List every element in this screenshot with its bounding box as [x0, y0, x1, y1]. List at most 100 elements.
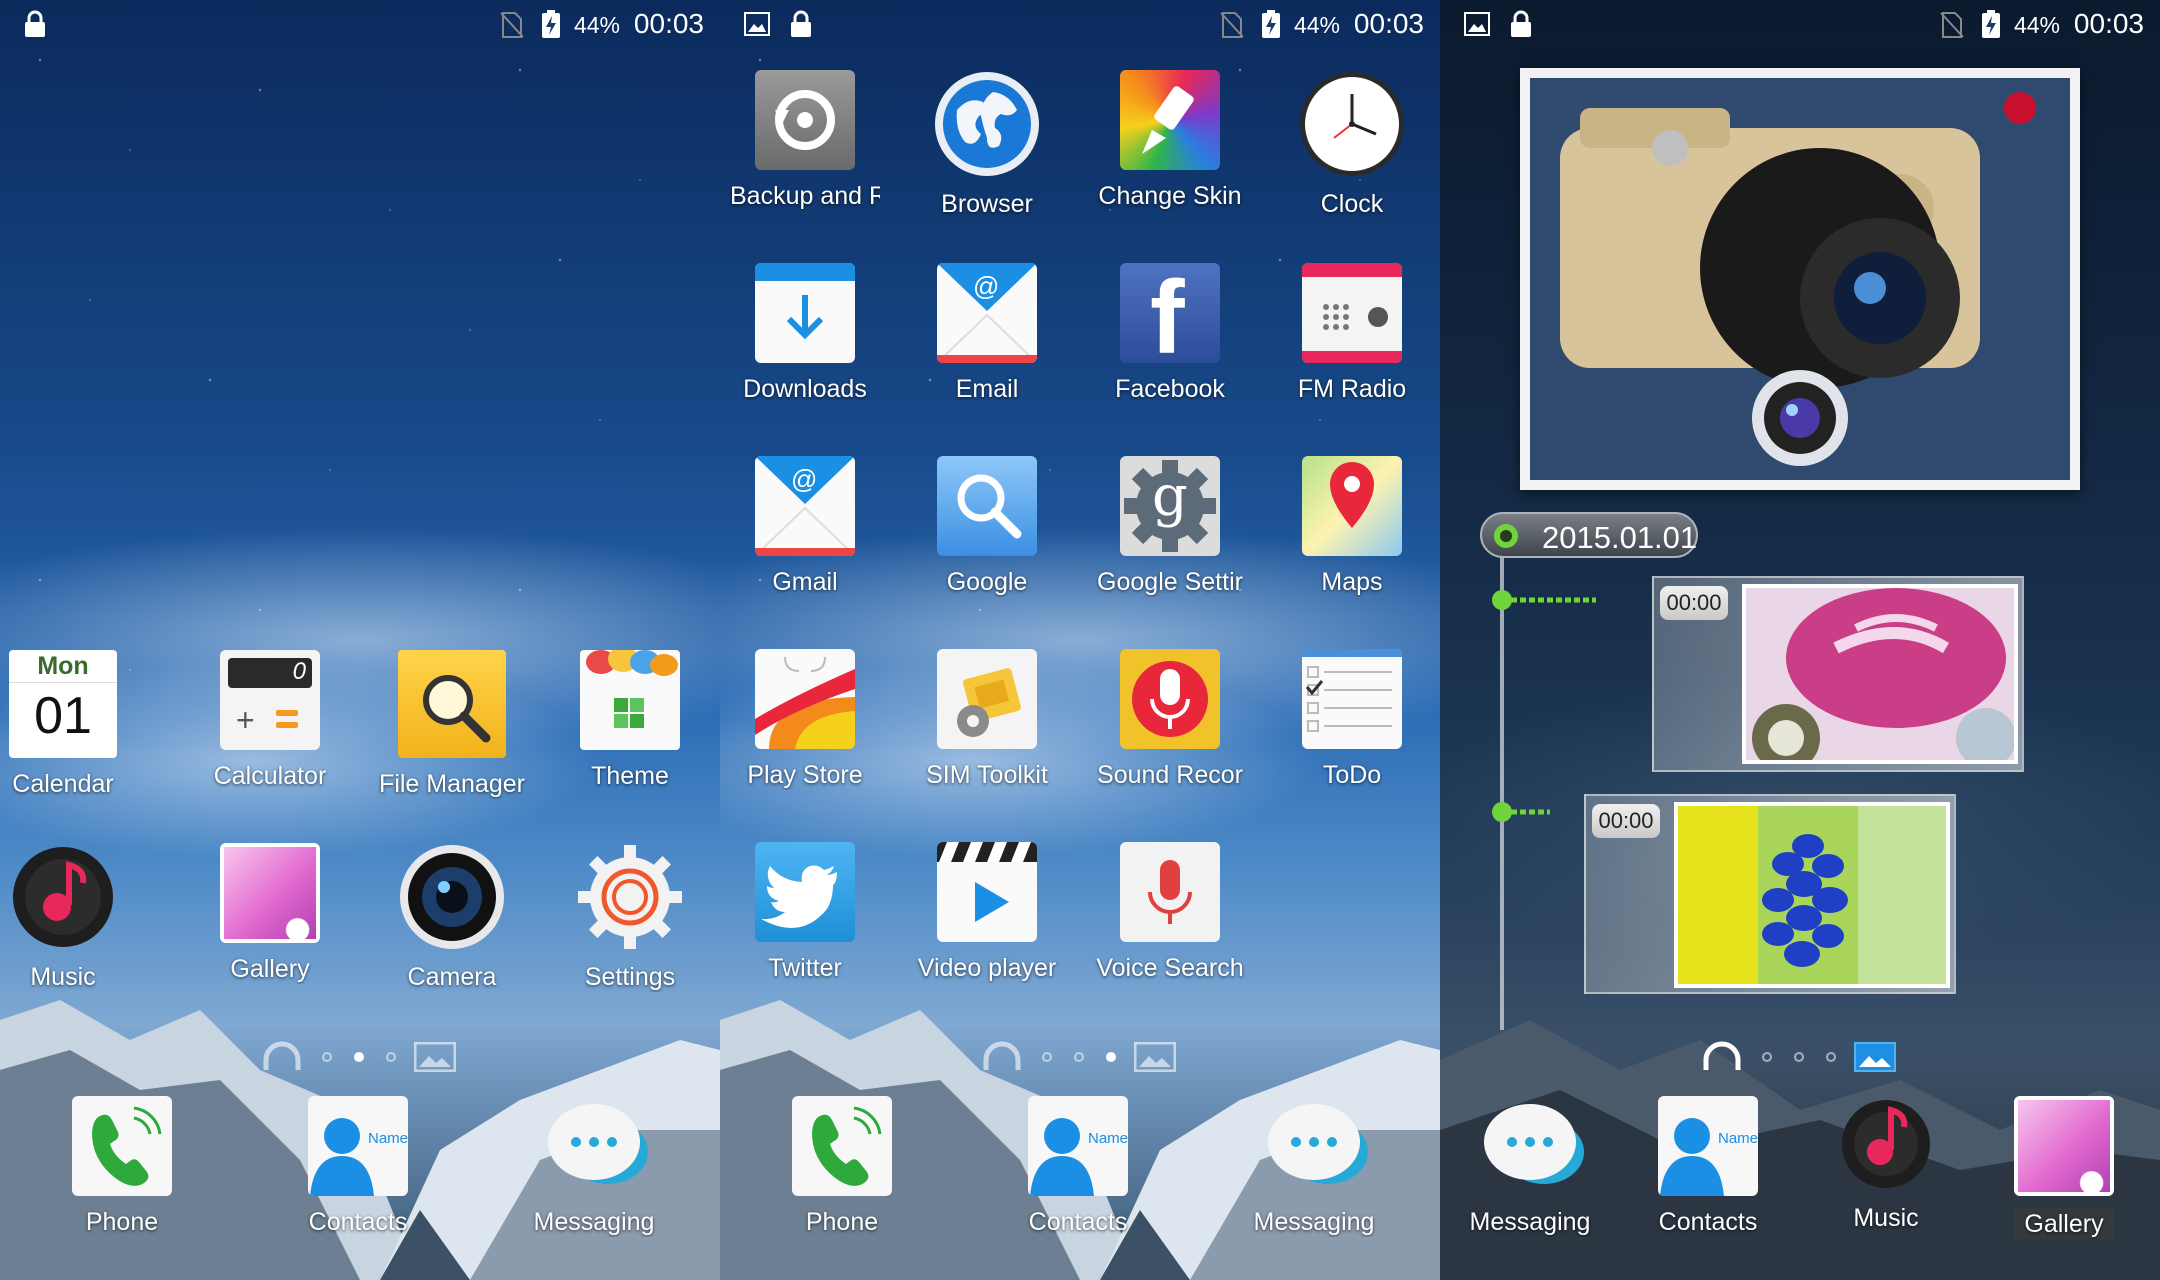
picture-icon[interactable] [414, 1042, 456, 1072]
app-label: SIM Toolkit [926, 761, 1048, 789]
lock-icon [791, 10, 811, 37]
app-fm-radio[interactable]: FM Radio [1262, 263, 1440, 404]
dock-contacts[interactable]: Name Contacts [988, 1096, 1168, 1237]
app-label: Browser [941, 190, 1033, 218]
app-google-settings[interactable]: g Google Settir [1080, 456, 1260, 597]
map-pin-icon [1302, 456, 1402, 556]
app-label: Contacts [308, 1208, 408, 1236]
app-label: Email [955, 375, 1019, 403]
app-maps[interactable]: Maps [1262, 456, 1440, 597]
app-calendar[interactable]: Mon 01 Calendar [0, 650, 153, 799]
dock-phone[interactable]: Phone [752, 1096, 932, 1237]
app-drawer-panel: 44% 00:03 Backup and R Browser Change Sk… [720, 0, 1440, 1280]
checklist-icon [1302, 649, 1402, 749]
page-dot[interactable] [1042, 1052, 1052, 1062]
page-dot[interactable] [1794, 1052, 1804, 1062]
camera-photo-widget[interactable] [1520, 68, 2080, 490]
page-dot[interactable] [322, 1052, 332, 1062]
app-clock[interactable]: Clock [1262, 70, 1440, 219]
app-google[interactable]: Google [897, 456, 1077, 597]
at-sign-text: @ [791, 464, 818, 494]
battery-percentage: 44% [2013, 12, 2060, 38]
page-dot[interactable] [1826, 1052, 1836, 1062]
envelope-icon: @ [937, 263, 1037, 363]
app-camera[interactable]: Camera [362, 843, 542, 992]
dock-messaging[interactable]: Messaging [1440, 1096, 1620, 1237]
picture-icon[interactable] [1134, 1042, 1176, 1072]
dock-messaging[interactable]: Messaging [1224, 1096, 1404, 1237]
sim-card-gear-icon [937, 649, 1037, 749]
timeline-entry-card[interactable]: 00:00 [1652, 576, 2024, 772]
app-play-store[interactable]: Play Store [720, 649, 895, 790]
folder-magnifier-icon [398, 650, 506, 758]
contacts-name-text: Name [1088, 1130, 1128, 1147]
clock-time: 00:03 [633, 8, 704, 39]
dock-contacts[interactable]: Name Contacts [268, 1096, 448, 1237]
calendar-icon: Mon 01 [9, 650, 117, 758]
app-downloads[interactable]: Downloads [720, 263, 895, 404]
app-label: Music [30, 963, 96, 991]
app-facebook[interactable]: f Facebook [1080, 263, 1260, 404]
app-label: File Manager [379, 770, 525, 798]
app-twitter[interactable]: Twitter [720, 842, 895, 983]
chat-bubble-icon [544, 1096, 648, 1196]
no-sim-icon [1220, 12, 1244, 38]
dock-phone[interactable]: Phone [32, 1096, 212, 1237]
entry-photo-flower [1742, 584, 2018, 772]
entry-time: 00:00 [1660, 586, 1728, 620]
contact-card-icon: Name [1658, 1096, 1758, 1196]
app-voice-search[interactable]: Voice Search [1080, 842, 1260, 983]
contacts-name-text: Name [368, 1130, 408, 1147]
timeline-entry-card[interactable]: 00:00 [1584, 794, 1956, 994]
page-dot[interactable] [1074, 1052, 1084, 1062]
app-todo[interactable]: ToDo [1262, 649, 1440, 790]
app-video-player[interactable]: Video player [897, 842, 1077, 983]
page-dot-active[interactable] [354, 1052, 364, 1062]
app-label: Twitter [768, 954, 842, 982]
page-dot[interactable] [386, 1052, 396, 1062]
page-dot[interactable] [1762, 1052, 1772, 1062]
lock-icon [1511, 10, 1531, 37]
app-settings[interactable]: Settings [540, 843, 720, 992]
music-icon [9, 843, 117, 951]
dock-gallery[interactable]: Gallery [1974, 1096, 2154, 1246]
globe-icon [933, 70, 1041, 178]
calendar-day-number: 01 [34, 687, 92, 745]
app-change-skin[interactable]: Change Skin [1080, 70, 1260, 211]
app-music[interactable]: Music [0, 843, 153, 992]
contacts-name-text: Name [1718, 1130, 1758, 1147]
dock-messaging[interactable]: Messaging [504, 1096, 684, 1237]
dock-music[interactable]: Music [1796, 1092, 1976, 1233]
app-backup-and-restore[interactable]: Backup and R [720, 70, 895, 211]
timeline-date-pill[interactable]: 2015.01.01 [1480, 512, 1698, 558]
headphones-icon[interactable] [980, 1040, 1024, 1074]
app-theme[interactable]: Theme [540, 650, 720, 791]
headphones-icon[interactable] [260, 1040, 304, 1074]
app-gallery[interactable]: Gallery [180, 843, 360, 984]
app-label: Camera [407, 963, 497, 991]
app-browser[interactable]: Browser [897, 70, 1077, 219]
picture-icon-active[interactable] [1854, 1042, 1896, 1072]
battery-percentage: 44% [573, 12, 620, 38]
headphones-icon[interactable] [1700, 1040, 1744, 1074]
chat-bubble-icon [1264, 1096, 1368, 1196]
app-file-manager[interactable]: File Manager [362, 650, 542, 799]
phone-icon [792, 1096, 892, 1196]
app-email[interactable]: @ Email [897, 263, 1077, 404]
app-label: Sound Recor [1097, 761, 1243, 789]
battery-charging-icon [542, 10, 560, 38]
app-gmail[interactable]: @ Gmail [720, 456, 895, 597]
app-label: Backup and R [730, 182, 880, 210]
page-dot-active[interactable] [1106, 1052, 1116, 1062]
app-calculator[interactable]: 0 + Calculator [180, 650, 360, 791]
microphone-icon [1120, 649, 1220, 749]
contact-card-icon: Name [1028, 1096, 1128, 1196]
app-label: Calculator [213, 762, 327, 790]
app-label: Phone [85, 1208, 159, 1236]
app-sound-recorder[interactable]: Sound Recor [1080, 649, 1260, 790]
no-sim-icon [1940, 12, 1964, 38]
app-label: Phone [805, 1208, 879, 1236]
app-sim-toolkit[interactable]: SIM Toolkit [897, 649, 1077, 790]
dock-contacts[interactable]: Name Contacts [1618, 1096, 1798, 1237]
contact-card-icon: Name [308, 1096, 408, 1196]
